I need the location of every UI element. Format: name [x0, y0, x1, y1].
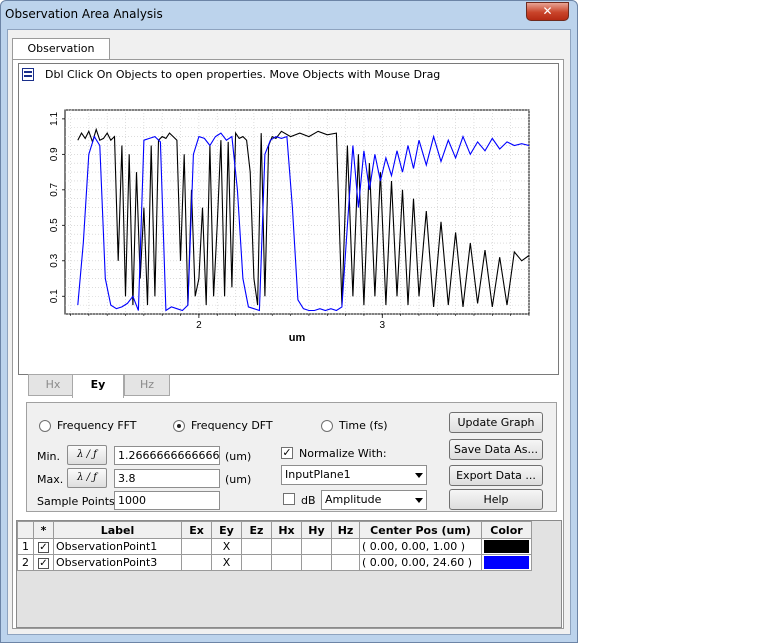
column-header-ez[interactable]: Ez [241, 521, 272, 539]
max-label: Max. [37, 473, 64, 486]
tab-hz[interactable]: Hz [124, 374, 170, 396]
row-hx[interactable] [271, 554, 302, 571]
x-tick-label: 3 [379, 320, 385, 331]
row-hz[interactable] [331, 554, 360, 571]
radio-frequency-fft[interactable]: Frequency FFT [39, 419, 137, 432]
row-color-cell[interactable] [481, 538, 532, 555]
row-center-pos[interactable]: ( 0.00, 0.00, 1.00 ) [359, 538, 482, 555]
min-unit-toggle-button[interactable]: λ / ƒ [67, 445, 107, 465]
y-tick-label: 0.5 [49, 218, 60, 232]
row-checkbox[interactable]: ✓ [38, 541, 49, 553]
help-button[interactable]: Help [449, 489, 543, 510]
observation-area-analysis-window: Observation Area Analysis ✕ Observation … [0, 0, 578, 643]
y-tick-label: 1.1 [49, 111, 60, 125]
tab-hx[interactable]: Hx [28, 374, 78, 396]
min-unit: (um) [225, 450, 252, 463]
radio-time-dot[interactable] [321, 419, 333, 432]
tab-observation-point[interactable]: Observation Point [12, 38, 110, 75]
row-label[interactable]: ObservationPoint1 [53, 538, 182, 555]
column-header-ex[interactable]: Ex [181, 521, 212, 539]
close-button[interactable]: ✕ [526, 2, 569, 21]
row-checkbox[interactable]: ✓ [38, 557, 49, 569]
table-row[interactable]: 1 ✓ ObservationPoint1 X ( 0.00, 0.00, 1.… [17, 538, 532, 555]
radio-fft-dot[interactable] [39, 419, 51, 432]
graph-area[interactable]: Dbl Click On Objects to open properties.… [18, 63, 559, 375]
column-header-hz[interactable]: Hz [331, 521, 360, 539]
color-swatch[interactable] [484, 556, 529, 569]
max-unit: (um) [225, 473, 252, 486]
db-checkbox[interactable] [283, 493, 295, 505]
row-number: 2 [17, 554, 34, 571]
row-hy[interactable] [301, 538, 332, 555]
column-header-color[interactable]: Color [481, 521, 532, 539]
table-header-row: * Label Ex Ey Ez Hx Hy Hz Center Pos (um… [17, 521, 532, 539]
chevron-down-icon[interactable] [415, 473, 423, 478]
row-center-pos[interactable]: ( 0.00, 0.00, 24.60 ) [359, 554, 482, 571]
observation-points-table: * Label Ex Ey Ez Hx Hy Hz Center Pos (um… [17, 521, 532, 571]
row-number: 1 [17, 538, 34, 555]
y-tick-label: 0.7 [49, 182, 60, 196]
row-ex[interactable] [181, 538, 212, 555]
radio-frequency-dft[interactable]: Frequency DFT [173, 419, 273, 432]
row-ez[interactable] [241, 538, 272, 555]
y-tick-label: 0.3 [49, 253, 60, 267]
dialog-client-area: Observation Point Dbl Click On Objects t… [7, 29, 571, 635]
x-tick-label: 2 [196, 320, 202, 331]
radio-time-label: Time (fs) [339, 419, 388, 432]
radio-fft-label: Frequency FFT [57, 419, 137, 432]
min-input[interactable]: 1.26666666666667 [114, 446, 220, 465]
y-tick-label: 0.9 [49, 147, 60, 161]
row-ex[interactable] [181, 554, 212, 571]
spectrum-chart[interactable]: 0.1 0.3 0.5 0.7 0.9 1.1 2 3 um [19, 64, 560, 376]
amplitude-select[interactable]: Amplitude [321, 490, 427, 510]
row-hx[interactable] [271, 538, 302, 555]
column-header-center-pos[interactable]: Center Pos (um) [359, 521, 482, 539]
title-bar[interactable]: Observation Area Analysis ✕ [1, 1, 577, 29]
row-ey[interactable]: X [211, 554, 242, 571]
table-row[interactable]: 2 ✓ ObservationPoint3 X ( 0.00, 0.00, 24… [17, 554, 532, 571]
window-title: Observation Area Analysis [5, 7, 163, 21]
chevron-down-icon[interactable] [415, 498, 423, 503]
normalize-label: Normalize With: [299, 447, 387, 460]
row-hy[interactable] [301, 554, 332, 571]
sample-points-label: Sample Points: [37, 495, 119, 508]
row-color-cell[interactable] [481, 554, 532, 571]
db-label: dB [301, 494, 316, 507]
y-tick-label: 0.1 [49, 289, 60, 303]
normalize-checkbox[interactable]: ✓ [281, 447, 293, 459]
row-checkbox-cell[interactable]: ✓ [33, 554, 54, 571]
radio-time[interactable]: Time (fs) [321, 419, 388, 432]
min-label: Min. [37, 450, 61, 463]
row-ey[interactable]: X [211, 538, 242, 555]
radio-dft-dot[interactable] [173, 419, 185, 432]
max-unit-toggle-button[interactable]: λ / ƒ [67, 468, 107, 488]
column-header-hy[interactable]: Hy [301, 521, 332, 539]
column-header-index [17, 521, 34, 539]
observation-points-grid[interactable]: * Label Ex Ey Ez Hx Hy Hz Center Pos (um… [16, 520, 562, 628]
amplitude-value: Amplitude [325, 493, 382, 506]
save-data-as-button[interactable]: Save Data As... [449, 439, 543, 460]
export-data-button[interactable]: Export Data ... [449, 465, 543, 486]
analysis-controls: Frequency FFT Frequency DFT Time (fs) Mi… [26, 402, 557, 512]
update-graph-button[interactable]: Update Graph [449, 412, 543, 433]
column-header-active[interactable]: * [33, 521, 54, 539]
column-header-hx[interactable]: Hx [271, 521, 302, 539]
row-label[interactable]: ObservationPoint3 [53, 554, 182, 571]
x-axis-label: um [289, 332, 306, 344]
normalize-plane-select[interactable]: InputPlane1 [281, 465, 427, 485]
column-header-ey[interactable]: Ey [211, 521, 242, 539]
column-header-label[interactable]: Label [53, 521, 182, 539]
sample-points-input[interactable]: 1000 [114, 491, 220, 510]
color-swatch[interactable] [484, 540, 529, 553]
max-input[interactable]: 3.8 [114, 469, 220, 488]
normalize-plane-value: InputPlane1 [285, 468, 351, 481]
row-checkbox-cell[interactable]: ✓ [33, 538, 54, 555]
row-ez[interactable] [241, 554, 272, 571]
row-hz[interactable] [331, 538, 360, 555]
radio-dft-label: Frequency DFT [191, 419, 273, 432]
tab-ey[interactable]: Ey [72, 374, 124, 398]
